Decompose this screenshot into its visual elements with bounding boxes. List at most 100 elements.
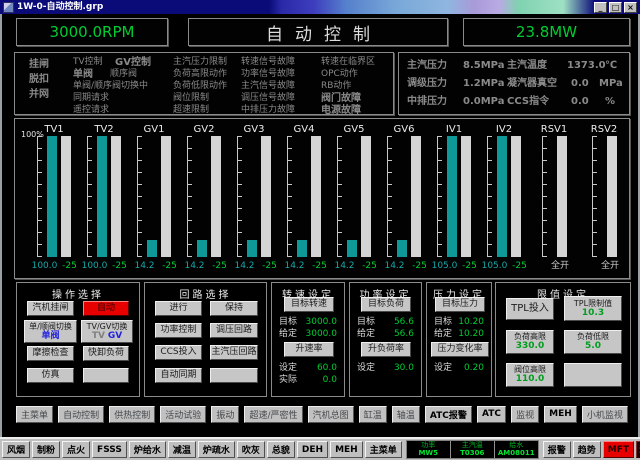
tag-feedwater: 给水 AM08011 bbox=[495, 441, 538, 458]
taskbar-sootblow-button[interactable]: 吹灰 bbox=[237, 441, 265, 458]
taskbar-overview-button[interactable]: 总貌 bbox=[267, 441, 295, 458]
nav-overspeed-test-button[interactable]: 超速/严密性 bbox=[244, 406, 302, 423]
valve-label: TV1 bbox=[44, 123, 63, 136]
alarm-button[interactable]: 报警 bbox=[543, 441, 571, 458]
set-load-rate-value: 30.0 bbox=[394, 364, 414, 373]
power-control-button[interactable]: 功率控制 bbox=[155, 323, 202, 338]
ccs-on-button[interactable]: CCS投入 bbox=[155, 345, 202, 360]
taskbar-ignition-button[interactable]: 点火 bbox=[62, 441, 90, 458]
panel-loop: 回路选择 进行 保持 功率控制 调压回路 CCS投入 主汽压回路 自动同期 bbox=[144, 282, 267, 397]
taskbar-desuperheat-button[interactable]: 减温 bbox=[168, 441, 196, 458]
nav-atc-alarm-button[interactable]: ATC报警 bbox=[425, 406, 472, 423]
nav-cylinder-temp-button[interactable]: 缸温 bbox=[359, 406, 387, 423]
status-sequence-valve: 顺序阀 bbox=[110, 70, 137, 79]
nav-meh-button[interactable]: MEH bbox=[544, 406, 577, 423]
nav-valve-test-button[interactable]: 活动试验 bbox=[160, 406, 206, 423]
pressure-loop-button[interactable]: 调压回路 bbox=[210, 323, 258, 338]
mft-button[interactable]: MFT bbox=[603, 441, 634, 458]
hold-button[interactable]: 保持 bbox=[210, 301, 258, 316]
panel-title: 回路选择 bbox=[145, 286, 266, 301]
taskbar-deh-button[interactable]: DEH bbox=[297, 441, 328, 458]
status-limit-item: 负荷低限动作 bbox=[173, 82, 227, 91]
nav-small-turbine-monitor-button[interactable]: 小机监视 bbox=[582, 406, 628, 423]
meas-label: CCS指令 bbox=[507, 97, 549, 107]
tpl-limit-button[interactable]: TPL限制值 10.3 bbox=[564, 296, 622, 321]
status-tripped: 脱扣 bbox=[29, 75, 49, 85]
tpl-on-button[interactable]: TPL投入 bbox=[506, 298, 554, 320]
taskbar-pulverizing-button[interactable]: 制粉 bbox=[32, 441, 60, 458]
window-titlebar[interactable]: 1W-0-自动控制.grp _ □ × bbox=[0, 0, 640, 14]
turbine-trip-button[interactable]: 汽机跳闸 bbox=[636, 441, 640, 458]
trend-button[interactable]: 趋势 bbox=[573, 441, 601, 458]
valve-mode-switch-button[interactable]: 单/顺阀切换 单阀 bbox=[24, 320, 77, 343]
actual-rate-value: 0.0 bbox=[323, 376, 337, 385]
auto-button[interactable]: 自动 bbox=[83, 301, 129, 316]
taskbar-fsss-button[interactable]: FSSS bbox=[92, 441, 127, 458]
target-speed-button[interactable]: 目标转速 bbox=[284, 297, 334, 312]
valve-high-label: 阀位高限 bbox=[514, 365, 546, 374]
status-event-item: RB动作 bbox=[321, 82, 351, 91]
load-high-label: 负荷高限 bbox=[514, 332, 546, 341]
close-button[interactable]: × bbox=[624, 2, 637, 13]
valve-reference-bar bbox=[111, 136, 121, 257]
meas-label: 主汽温度 bbox=[507, 61, 547, 71]
friction-check-button[interactable]: 摩擦检查 bbox=[27, 346, 74, 361]
load-dump-button[interactable]: 快卸负荷 bbox=[83, 346, 129, 361]
maximize-button[interactable]: □ bbox=[609, 2, 622, 13]
valve-label: RSV2 bbox=[591, 123, 618, 136]
window-title: 1W-0-自动控制.grp bbox=[17, 3, 103, 12]
status-signal-item: 调压信号故障 bbox=[241, 94, 295, 103]
valve-group-gv4: GV414.2-25 bbox=[279, 123, 329, 273]
nav-monitor-button[interactable]: 监视 bbox=[511, 406, 539, 423]
load-low-limit-button[interactable]: 负荷低限 5.0 bbox=[564, 330, 622, 354]
nav-vibration-button[interactable]: 振动 bbox=[211, 406, 239, 423]
status-limit-item: 超速限制 bbox=[173, 106, 209, 115]
status-power-fault: 电源故障 bbox=[321, 106, 361, 116]
valve-reference-bar bbox=[511, 136, 521, 257]
status-sync-request: 同期请求 bbox=[73, 94, 109, 103]
target-pressure-button[interactable]: 目标压力 bbox=[435, 297, 485, 312]
status-signal-item: 主汽信号故障 bbox=[241, 82, 295, 91]
valve-scale-axis bbox=[287, 136, 293, 257]
valve-scale-axis bbox=[237, 136, 243, 257]
auto-sync-button[interactable]: 自动同期 bbox=[155, 368, 202, 383]
meas-unit: MPa bbox=[599, 79, 623, 89]
target-load-button[interactable]: 目标负荷 bbox=[361, 297, 411, 312]
nav-shaft-temp-button[interactable]: 轴温 bbox=[392, 406, 420, 423]
blank-button[interactable] bbox=[564, 363, 622, 387]
valve-reference-bar bbox=[607, 136, 617, 257]
valve-scale-axis bbox=[437, 136, 443, 257]
valve-label: IV1 bbox=[446, 123, 462, 136]
simulation-button[interactable]: 仿真 bbox=[27, 368, 74, 383]
status-limit-item: 主汽压力限制 bbox=[173, 58, 227, 67]
turbine-latch-button[interactable]: 汽机挂闸 bbox=[27, 301, 74, 316]
status-event-item: OPC动作 bbox=[321, 70, 358, 79]
nav-heat-supply-button[interactable]: 供热控制 bbox=[109, 406, 155, 423]
meas-value: 0.0 bbox=[571, 97, 589, 107]
taskbar-main-menu-button[interactable]: 主菜单 bbox=[365, 441, 402, 458]
blank-button[interactable] bbox=[83, 368, 129, 383]
speed-rate-button[interactable]: 升速率 bbox=[284, 342, 334, 357]
minimize-button[interactable]: _ bbox=[594, 2, 607, 13]
valve-scale-axis bbox=[37, 136, 43, 257]
nav-main-menu-button[interactable]: 主菜单 bbox=[16, 406, 53, 423]
taskbar-feedwater-button[interactable]: 炉给水 bbox=[129, 441, 166, 458]
pressure-rate-button[interactable]: 压力变化率 bbox=[431, 342, 489, 357]
nav-atc-button[interactable]: ATC bbox=[477, 406, 506, 423]
load-high-limit-button[interactable]: 负荷高限 330.0 bbox=[506, 330, 554, 354]
valve-reference-bar bbox=[411, 136, 421, 257]
taskbar-meh-button[interactable]: MEH bbox=[330, 441, 363, 458]
nav-auto-control-button[interactable]: 自动控制 bbox=[58, 406, 104, 423]
tvgv-switch-label: TV/GV切换 bbox=[87, 322, 128, 331]
tvgv-switch-button[interactable]: TV/GV切换 TV GV bbox=[81, 320, 133, 343]
taskbar-drain-button[interactable]: 炉疏水 bbox=[198, 441, 235, 458]
nav-turbine-overview-button[interactable]: 汽机总图 bbox=[308, 406, 354, 423]
load-rate-button[interactable]: 升负荷率 bbox=[361, 342, 411, 357]
valve-position-bar bbox=[347, 240, 357, 257]
main-pressure-loop-button[interactable]: 主汽压回路 bbox=[210, 345, 258, 360]
blank-button[interactable] bbox=[210, 368, 258, 383]
power-readout: 23.8MW bbox=[463, 18, 630, 46]
go-button[interactable]: 进行 bbox=[155, 301, 202, 316]
taskbar-air-smoke-button[interactable]: 风烟 bbox=[2, 441, 30, 458]
valve-high-limit-button[interactable]: 阀位高限 110.0 bbox=[506, 363, 554, 387]
